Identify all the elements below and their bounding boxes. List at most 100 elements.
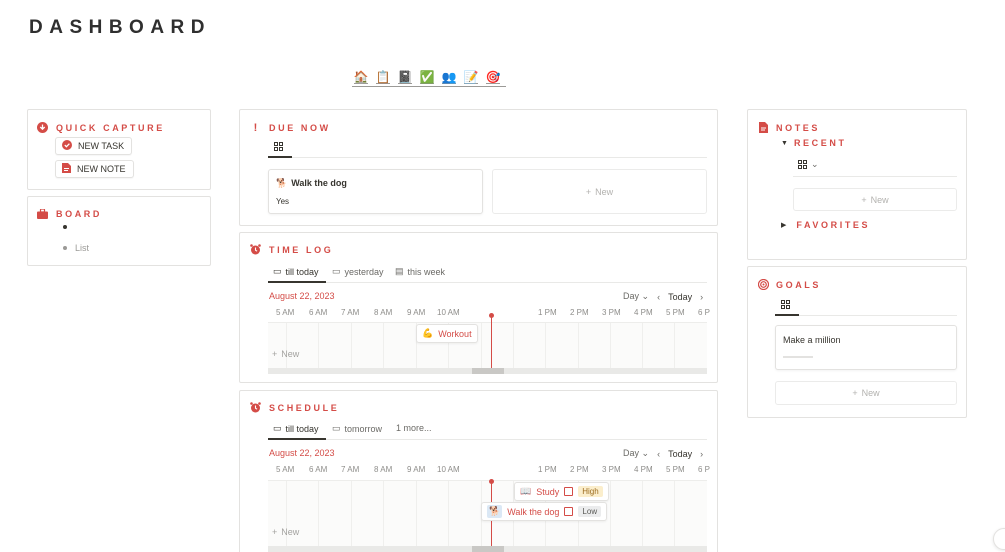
due-now-new-label: New bbox=[595, 186, 614, 197]
gallery-view-tab[interactable] bbox=[781, 300, 790, 309]
time-log-title: TIME LOG bbox=[269, 245, 334, 255]
notebook-icon[interactable]: 📓 bbox=[398, 70, 412, 84]
chevron-left-icon[interactable]: ‹ bbox=[657, 292, 660, 302]
goals-new-button[interactable]: + New bbox=[775, 381, 957, 405]
hour-label: 6 AM bbox=[309, 308, 328, 317]
due-now-new-button[interactable]: + New bbox=[492, 169, 707, 214]
schedule-date: August 22, 2023 bbox=[269, 448, 335, 458]
view-select-label: Day bbox=[623, 448, 640, 458]
checkbox[interactable] bbox=[564, 487, 574, 496]
gallery-view-tab[interactable] bbox=[274, 142, 283, 151]
due-card-property: Yes bbox=[276, 197, 290, 206]
people-icon[interactable]: 👥 bbox=[442, 70, 456, 84]
tab-more[interactable]: 1 more... bbox=[396, 423, 432, 433]
calendar-icon: ▭ bbox=[332, 423, 341, 433]
view-select[interactable]: Day ⌄ bbox=[623, 291, 649, 302]
tab-yesterday-label: yesterday bbox=[344, 266, 384, 277]
hour-label: 7 AM bbox=[341, 465, 360, 474]
event-study[interactable]: 📖 Study High bbox=[514, 482, 609, 501]
event-study-label: Study bbox=[536, 486, 560, 497]
hour-label: 9 AM bbox=[407, 308, 426, 317]
board-title: BOARD bbox=[56, 209, 102, 219]
memo-icon[interactable]: 📝 bbox=[464, 70, 478, 84]
plus-icon: + bbox=[861, 194, 867, 205]
tab-tomorrow[interactable]: ▭ tomorrow bbox=[332, 423, 382, 434]
goals-new-label: New bbox=[861, 388, 880, 398]
time-log-timeline[interactable] bbox=[268, 322, 707, 368]
recent-toggle[interactable]: ▼ RECENT bbox=[781, 138, 847, 148]
hour-label: 10 AM bbox=[437, 308, 460, 317]
tab-more-label: 1 more... bbox=[396, 423, 432, 433]
due-card-title: Walk the dog bbox=[291, 178, 347, 188]
view-select[interactable]: Day ⌄ bbox=[623, 448, 649, 459]
exclamation-icon: ! bbox=[253, 121, 258, 134]
time-log-new-button[interactable]: + New bbox=[272, 349, 299, 359]
current-time-line bbox=[491, 315, 492, 368]
due-now-card: ! DUE NOW 🐕 Walk the dog Yes + New bbox=[239, 109, 718, 226]
today-button[interactable]: Today bbox=[668, 292, 692, 302]
tab-till-today[interactable]: ▭ till today bbox=[273, 266, 319, 277]
event-workout[interactable]: 💪 Workout bbox=[416, 324, 478, 343]
table-icon: ▤ bbox=[395, 266, 404, 276]
tab-till-today-label: till today bbox=[285, 423, 319, 434]
hour-label: 6 P bbox=[698, 308, 711, 317]
tab-tomorrow-label: tomorrow bbox=[344, 423, 383, 434]
clipboard-icon[interactable]: 📋 bbox=[376, 70, 390, 84]
due-now-title: DUE NOW bbox=[269, 123, 331, 133]
chevron-right-icon[interactable]: › bbox=[700, 449, 703, 459]
new-task-label: NEW TASK bbox=[78, 141, 125, 151]
schedule-new-button[interactable]: + New bbox=[272, 527, 299, 537]
notes-view-select[interactable]: ⌄ bbox=[798, 159, 819, 170]
hour-label: 2 PM bbox=[570, 465, 589, 474]
notes-new-button[interactable]: + New bbox=[793, 188, 957, 211]
time-log-scroll-thumb[interactable] bbox=[472, 368, 504, 374]
checkbox[interactable] bbox=[564, 507, 574, 516]
checkmark-icon[interactable]: ✅ bbox=[420, 70, 434, 84]
help-button[interactable] bbox=[993, 528, 1005, 550]
priority-tag-high: High bbox=[578, 486, 603, 497]
tab-this-week-label: this week bbox=[407, 266, 446, 277]
time-log-new-label: New bbox=[281, 349, 300, 359]
plus-icon: + bbox=[272, 349, 278, 359]
notes-title: NOTES bbox=[776, 123, 821, 133]
new-task-button[interactable]: NEW TASK bbox=[55, 137, 133, 155]
icon-nav-bar: 🏠 📋 📓 ✅ 👥 📝 🎯 bbox=[352, 68, 506, 87]
chevron-left-icon[interactable]: ‹ bbox=[657, 449, 660, 459]
target-icon bbox=[758, 279, 769, 290]
board-card: BOARD List bbox=[27, 196, 211, 266]
home-icon[interactable]: 🏠 bbox=[354, 70, 368, 84]
hour-label: 4 PM bbox=[634, 308, 653, 317]
tab-till-today[interactable]: ▭ till today bbox=[273, 423, 319, 434]
tab-yesterday[interactable]: ▭ yesterday bbox=[332, 266, 384, 277]
today-button[interactable]: Today bbox=[668, 449, 692, 459]
target-icon[interactable]: 🎯 bbox=[486, 70, 500, 84]
hour-label: 5 PM bbox=[666, 308, 685, 317]
hour-label: 6 P bbox=[698, 465, 711, 474]
calendar-icon: ▭ bbox=[273, 423, 282, 433]
due-card-walk-the-dog[interactable]: 🐕 Walk the dog Yes bbox=[268, 169, 483, 214]
event-workout-label: Workout bbox=[438, 328, 472, 339]
schedule-card: SCHEDULE ▭ till today ▭ tomorrow 1 more...… bbox=[239, 390, 718, 552]
page-title: DASHBOARD bbox=[29, 17, 211, 38]
plus-icon: + bbox=[272, 527, 278, 537]
board-item-list[interactable]: List bbox=[63, 243, 89, 253]
goal-card-make-a-million[interactable]: Make a million bbox=[775, 325, 957, 370]
hour-label: 5 AM bbox=[276, 465, 295, 474]
gallery-icon bbox=[274, 142, 283, 151]
board-item-list-label: List bbox=[75, 243, 90, 253]
hour-label: 5 PM bbox=[666, 465, 685, 474]
hour-label: 8 AM bbox=[374, 308, 393, 317]
new-note-button[interactable]: NEW NOTE bbox=[55, 160, 134, 178]
schedule-new-label: New bbox=[281, 527, 300, 537]
schedule-hour-labels: 5 AM 6 AM 7 AM 8 AM 9 AM 10 AM 1 PM 2 PM… bbox=[268, 465, 711, 475]
favorites-toggle[interactable]: ▶ FAVORITES bbox=[781, 220, 870, 230]
hour-label: 1 PM bbox=[538, 308, 557, 317]
calendar-icon: ▭ bbox=[273, 266, 282, 276]
chevron-right-icon[interactable]: › bbox=[700, 292, 703, 302]
current-time-dot bbox=[489, 313, 494, 318]
tab-this-week[interactable]: ▤ this week bbox=[395, 266, 445, 277]
schedule-scroll-thumb[interactable] bbox=[472, 546, 504, 552]
board-item-empty[interactable] bbox=[63, 225, 67, 229]
event-walk-the-dog[interactable]: 🐕 Walk the dog Low bbox=[481, 502, 608, 521]
dog-icon: 🐕 bbox=[487, 505, 503, 518]
